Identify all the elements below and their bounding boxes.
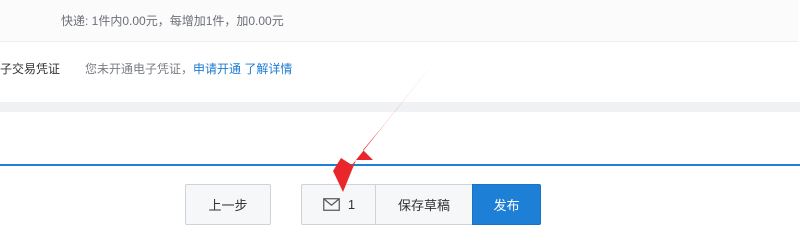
apply-voucher-link[interactable]: 申请开通 (193, 62, 241, 76)
voucher-note-text: 您未开通电子凭证， (85, 62, 194, 76)
section-divider (0, 102, 800, 112)
electronic-voucher-row: 子交易凭证 您未开通电子凭证，申请开通 了解详情 (0, 42, 800, 102)
previous-step-button[interactable]: 上一步 (185, 184, 271, 225)
save-draft-label: 保存草稿 (397, 198, 450, 213)
publish-label: 发布 (493, 198, 520, 213)
shipping-fee-text: 快递: 1件内0.00元，每增加1件，加0.00元 (61, 14, 284, 28)
footer-divider (0, 164, 800, 166)
publish-button[interactable]: 发布 (472, 184, 541, 225)
save-draft-button[interactable]: 保存草稿 (375, 184, 472, 225)
message-button[interactable]: 1 (301, 184, 376, 225)
shipping-fee-panel: 快递: 1件内0.00元，每增加1件，加0.00元 (0, 0, 798, 42)
mail-icon (323, 198, 340, 211)
message-count: 1 (347, 197, 356, 212)
voucher-label: 子交易凭证 (0, 62, 61, 76)
previous-step-label: 上一步 (208, 198, 248, 213)
voucher-details-link[interactable]: 了解详情 (244, 62, 292, 76)
voucher-status: 您未开通电子凭证，申请开通 了解详情 (85, 60, 292, 77)
empty-section (0, 112, 800, 164)
